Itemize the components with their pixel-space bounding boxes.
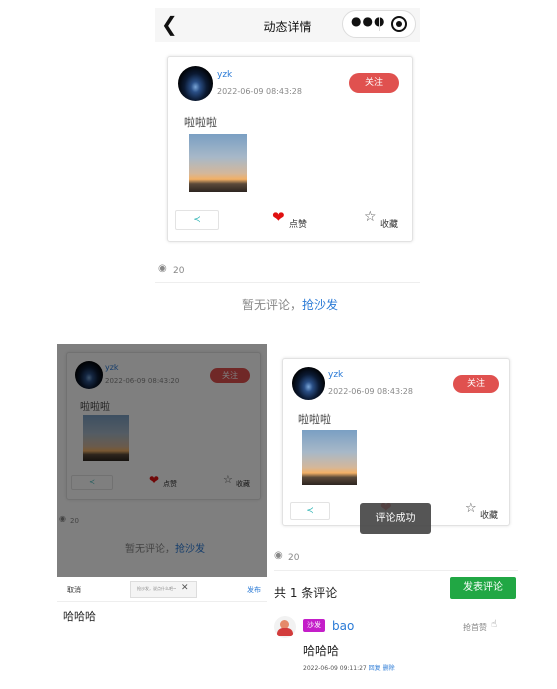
- post-card: yzk 2022-06-09 08:43:28 关注 啦啦啦 ≺ ❤ 点赞 ☆ …: [167, 56, 413, 242]
- no-comments: 暂无评论，抢沙发: [242, 296, 338, 313]
- post-time: 2022-06-09 08:43:28: [328, 387, 413, 396]
- no-comments-text: 暂无评论，: [242, 298, 303, 312]
- username[interactable]: yzk: [217, 70, 232, 80]
- divider: [155, 282, 420, 283]
- avatar[interactable]: [292, 367, 325, 400]
- share-button[interactable]: ≺: [290, 502, 330, 520]
- share-button[interactable]: ≺: [175, 210, 219, 230]
- collect-label[interactable]: 收藏: [380, 217, 398, 230]
- post-text: 啦啦啦: [184, 116, 217, 129]
- avatar[interactable]: [178, 66, 213, 101]
- more-dots-icon[interactable]: ●●●: [351, 14, 385, 28]
- avatar[interactable]: [274, 616, 296, 638]
- nav-bar: ❮ 动态详情 ●●●: [155, 8, 420, 42]
- comment-meta: 2022-06-09 09:11:27 回复 删除: [303, 663, 395, 672]
- comment-placeholder: 抢沙发，说点什么吧~: [137, 586, 177, 591]
- grab-sofa-link[interactable]: 抢沙发: [302, 298, 338, 312]
- like-label[interactable]: 点赞: [289, 217, 307, 230]
- comment-username[interactable]: bao: [332, 619, 354, 633]
- follow-button[interactable]: 关注: [349, 73, 399, 93]
- modal-overlay[interactable]: [57, 344, 267, 577]
- clear-icon[interactable]: ✕: [181, 583, 189, 593]
- delete-link[interactable]: 删除: [383, 665, 395, 672]
- view-count: 20: [288, 553, 300, 563]
- divider: [274, 570, 518, 571]
- star-icon[interactable]: ☆: [364, 209, 377, 225]
- post-time: 2022-06-09 08:43:28: [217, 87, 302, 96]
- avatar-body: [277, 628, 293, 636]
- send-button[interactable]: 发布: [247, 585, 261, 595]
- capsule-divider: [379, 17, 380, 31]
- view-count: 20: [173, 266, 185, 276]
- reply-link[interactable]: 回复: [369, 665, 381, 672]
- post-text: 啦啦啦: [298, 413, 331, 426]
- star-icon[interactable]: ☆: [465, 501, 477, 516]
- comment-input[interactable]: 抢沙发，说点什么吧~ ✕: [130, 581, 197, 598]
- post-image[interactable]: [302, 430, 357, 485]
- comment-text: 哈哈哈: [303, 644, 340, 658]
- collect-label[interactable]: 收藏: [480, 508, 498, 521]
- cancel-button[interactable]: 取消: [67, 585, 81, 595]
- share-icon: ≺: [306, 506, 314, 516]
- share-icon: ≺: [193, 215, 201, 225]
- comment-time: 2022-06-09 09:11:27: [303, 665, 367, 672]
- comment-input-bar: 取消 抢沙发，说点什么吧~ ✕ 发布: [57, 577, 267, 602]
- sofa-badge: 沙发: [303, 619, 325, 632]
- comment-like-label[interactable]: 抢首赞: [463, 622, 487, 633]
- target-circle-icon[interactable]: [391, 16, 407, 32]
- eye-icon: ◉: [274, 550, 283, 561]
- username[interactable]: yzk: [328, 370, 343, 380]
- mini-program-capsule: ●●●: [342, 10, 416, 38]
- thumb-up-icon[interactable]: ☝: [491, 619, 497, 630]
- eye-icon: ◉: [158, 263, 167, 274]
- follow-button[interactable]: 关注: [453, 375, 499, 393]
- post-image[interactable]: [189, 134, 247, 192]
- post-card: yzk 2022-06-09 08:43:28 关注 啦啦啦 ≺ ❤ 点赞 ☆ …: [282, 358, 510, 526]
- typed-text: 哈哈哈: [63, 610, 96, 623]
- comment-count: 共 1 条评论: [274, 586, 338, 600]
- post-comment-button[interactable]: 发表评论: [450, 577, 516, 599]
- heart-icon[interactable]: ❤: [272, 208, 285, 226]
- toast-message: 评论成功: [360, 503, 431, 534]
